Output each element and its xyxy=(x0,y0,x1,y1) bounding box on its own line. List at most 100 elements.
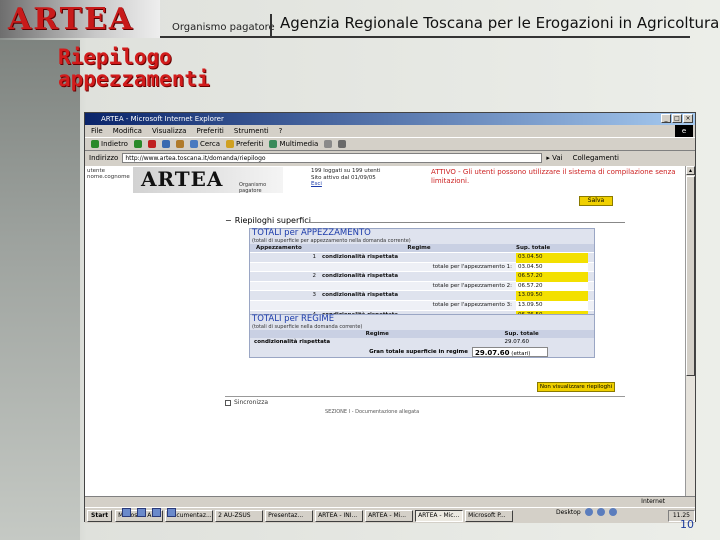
table-row: 2 condizionalità rispettata 06.57.20 xyxy=(250,271,594,282)
printer-icon xyxy=(338,140,347,148)
search-icon xyxy=(189,140,198,148)
refresh-button[interactable] xyxy=(161,138,170,150)
sup-cell: 03.04.50 xyxy=(516,253,594,263)
app-shortcut-icon[interactable] xyxy=(167,508,176,517)
grand-total-unit: (ettari) xyxy=(511,351,531,357)
mail-shortcut-icon[interactable] xyxy=(152,508,161,517)
taskbar-item[interactable]: ARTEA - Mic... xyxy=(415,509,464,522)
stop-button[interactable] xyxy=(147,138,156,150)
site-logo: ARTEA xyxy=(141,167,224,191)
address-label: Indirizzo xyxy=(89,154,119,162)
desktop-shortcut-icon[interactable] xyxy=(122,508,131,517)
sync-control[interactable]: Sincronizza xyxy=(225,399,268,406)
panel1-title: TOTALI per APPEZZAMENTO xyxy=(252,228,371,238)
table-row: totale per l'appezzamento 2: 06.57.20 xyxy=(250,280,594,292)
favorites-button[interactable]: Preferiti xyxy=(226,138,263,150)
sup-value: 13.09.50 xyxy=(516,300,588,311)
media-button[interactable]: Multimedia xyxy=(269,138,318,150)
table-row: condizionalità rispettata 29.07.60 xyxy=(250,338,594,347)
site-header: utente nome.cognome ARTEA Organismo paga… xyxy=(85,166,686,196)
users-online-count: 199 loggati su 199 utenti xyxy=(311,168,381,174)
save-button[interactable]: Salva xyxy=(579,196,613,206)
start-button[interactable]: Start xyxy=(87,509,113,522)
user-label: utente nome.cognome xyxy=(87,168,130,180)
col-sup-totale-2: Sup. totale xyxy=(504,331,539,337)
taskbar-item[interactable]: ARTEA - INI... xyxy=(315,509,364,522)
panel2-table-header: Regime Sup. totale xyxy=(250,330,594,338)
regime-label: condizionalità rispettata xyxy=(322,292,399,299)
regime-label: condizionalità rispettata xyxy=(322,254,399,260)
menu-strumenti[interactable]: Strumenti xyxy=(234,125,269,137)
go-button[interactable]: ▸ Vai xyxy=(546,151,562,165)
hide-summaries-button[interactable]: Non visualizzare riepiloghi xyxy=(537,382,615,392)
table-row: totale per l'appezzamento 1: 03.04.50 xyxy=(250,261,594,273)
grand-total-field: 29.07.60 (ettari) xyxy=(472,347,548,357)
links-button[interactable]: Collegamenti xyxy=(573,151,619,165)
forward-button[interactable] xyxy=(133,138,142,150)
browser-shortcut-icon[interactable] xyxy=(137,508,146,517)
table-row: totale per l'appezzamento 3: 13.09.50 xyxy=(250,299,594,311)
sup-cell: 13.09.50 xyxy=(516,300,594,311)
header-divider xyxy=(270,14,272,38)
menu-visualizza[interactable]: Visualizza xyxy=(152,125,186,137)
sup-cell: 06.57.20 xyxy=(516,281,594,292)
sync-label: Sincronizza xyxy=(234,399,269,406)
mail-icon xyxy=(324,140,333,148)
sup-value: 03.04.50 xyxy=(516,253,588,263)
sup-value: 03.04.50 xyxy=(516,262,588,273)
section-note: SEZIONE I - Documentazione allegata xyxy=(325,409,420,415)
taskbar-item[interactable]: ARTEA - Mi... xyxy=(365,509,414,522)
sup-cell: 06.57.20 xyxy=(516,272,594,282)
address-input[interactable]: http://www.artea.toscana.it/domanda/riep… xyxy=(122,153,543,163)
window-controls: _ □ × xyxy=(661,114,693,123)
taskbar-item[interactable]: Presentaz... xyxy=(265,509,314,522)
users-online: 199 loggati su 199 utenti Sito attivo da… xyxy=(311,168,380,188)
col-regime-2: Regime xyxy=(365,331,389,337)
section-divider xyxy=(307,222,625,223)
menu-file[interactable]: File xyxy=(91,125,103,137)
browser-title: ARTEA - Microsoft Internet Explorer xyxy=(101,115,224,123)
appezzamento-number xyxy=(250,282,320,291)
menu-modifica[interactable]: Modifica xyxy=(113,125,142,137)
scroll-thumb[interactable] xyxy=(686,176,695,376)
vertical-scrollbar[interactable]: ▴ xyxy=(685,166,695,496)
search-button[interactable]: Cerca xyxy=(189,138,220,150)
page-number: 10 xyxy=(680,518,694,531)
panel1-table-header: Appezzamento Regime Sup. totale xyxy=(250,244,594,252)
home-button[interactable] xyxy=(175,138,184,150)
collapse-icon[interactable]: − xyxy=(225,216,232,225)
browser-window: ARTEA - Microsoft Internet Explorer _ □ … xyxy=(84,112,696,523)
sup-cell: 03.04.50 xyxy=(516,262,594,273)
page-content: utente nome.cognome ARTEA Organismo paga… xyxy=(85,166,686,496)
sup-value: 06.57.20 xyxy=(516,281,588,292)
grand-total-row: Gran totale superficie in regime 29.07.6… xyxy=(250,347,594,357)
slide-left-strip xyxy=(0,40,80,540)
sup-value: 06.57.20 xyxy=(516,272,588,282)
system-status-message: ATTIVO - Gli utenti possono utilizzare i… xyxy=(431,168,676,185)
browser-menubar: File Modifica Visualizza Preferiti Strum… xyxy=(85,125,695,137)
sync-checkbox[interactable] xyxy=(225,399,231,406)
site-logo-box: ARTEA Organismo pagatore xyxy=(133,167,283,194)
forward-arrow-icon xyxy=(133,140,142,148)
slide-org-label: Organismo pagatore xyxy=(172,22,275,33)
maximize-button[interactable]: □ xyxy=(672,114,682,123)
taskbar-item[interactable]: 2 AU-ZSUS xyxy=(215,509,264,522)
menu-preferiti[interactable]: Preferiti xyxy=(196,125,223,137)
refresh-icon xyxy=(161,140,170,148)
print-button[interactable] xyxy=(338,138,347,150)
slide-title: Riepilogo appezzamenti xyxy=(58,45,210,91)
logout-link[interactable]: Esci xyxy=(311,181,380,188)
browser-titlebar: ARTEA - Microsoft Internet Explorer _ □ … xyxy=(85,113,695,125)
regime-label: totale per l'appezzamento 3: xyxy=(432,301,512,308)
regime-label: totale per l'appezzamento 1: xyxy=(432,263,512,270)
minimize-button[interactable]: _ xyxy=(661,114,671,123)
menu-help[interactable]: ? xyxy=(279,125,283,137)
scroll-up-icon[interactable]: ▴ xyxy=(686,166,695,175)
taskbar-item[interactable]: Microsoft P... xyxy=(465,509,514,522)
mail-button[interactable] xyxy=(324,138,333,150)
close-button[interactable]: × xyxy=(683,114,693,123)
slide-logo: ARTEA xyxy=(8,2,135,37)
regime-name: condizionalità rispettata xyxy=(254,339,331,345)
site-org-label: Organismo pagatore xyxy=(239,182,267,194)
back-button[interactable]: Indietro xyxy=(91,138,128,150)
